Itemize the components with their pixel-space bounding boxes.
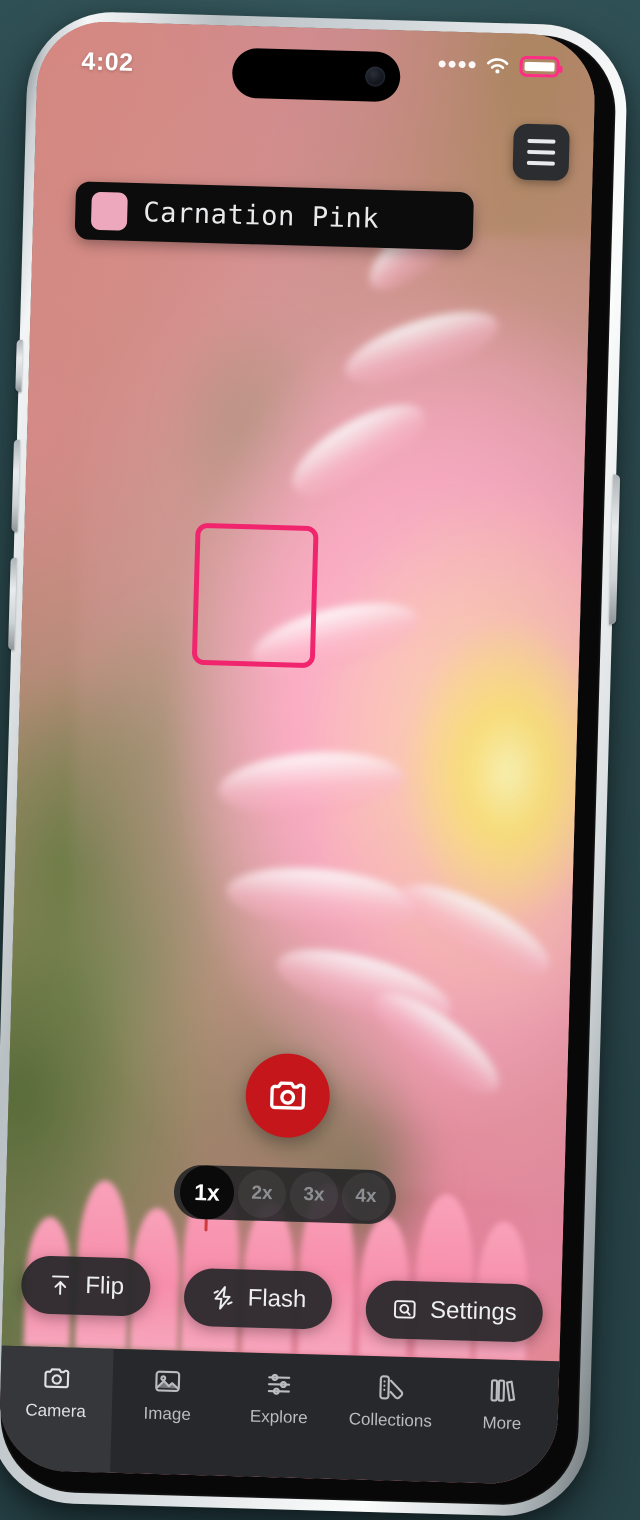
flip-camera-icon (52, 1275, 70, 1295)
flash-label: Flash (247, 1284, 307, 1314)
tab-collections-label: Collections (348, 1409, 433, 1431)
tab-image-label: Image (143, 1403, 192, 1424)
camera-frame-icon (394, 1300, 416, 1319)
tab-explore[interactable]: Explore (221, 1352, 336, 1479)
lightning-bolt-icon (213, 1286, 233, 1310)
palette-swatch-icon (378, 1375, 403, 1400)
flip-camera-button[interactable]: Flip (20, 1255, 151, 1317)
tab-more[interactable]: More (444, 1358, 559, 1485)
zoom-level-4x[interactable]: 4x (341, 1172, 391, 1222)
flash-button[interactable]: Flash (182, 1267, 334, 1330)
color-readout-bar[interactable]: Carnation Pink (74, 181, 475, 251)
zoom-level-3x[interactable]: 3x (289, 1170, 339, 1220)
tab-camera-label: Camera (25, 1400, 87, 1422)
flip-camera-label: Flip (84, 1271, 125, 1301)
scene: 4:02 Carnation Pink 1x 2x 3x 4x Flip Fla… (0, 0, 640, 1520)
dynamic-island (231, 47, 401, 103)
color-swatch (90, 191, 128, 231)
color-name-label: Carnation Pink (142, 196, 380, 235)
tab-image[interactable]: Image (110, 1349, 225, 1476)
zoom-level-2x[interactable]: 2x (237, 1169, 287, 1219)
settings-button[interactable]: Settings (365, 1279, 544, 1343)
camera-action-bar: Flip Flash Settings (2, 1240, 562, 1344)
zoom-level-selector[interactable]: 1x 2x 3x 4x (173, 1164, 397, 1225)
phone-screen: 4:02 Carnation Pink 1x 2x 3x 4x Flip Fla… (0, 20, 597, 1486)
phone-device: 4:02 Carnation Pink 1x 2x 3x 4x Flip Fla… (0, 9, 629, 1519)
settings-label: Settings (429, 1296, 518, 1327)
tab-collections[interactable]: Collections (333, 1355, 448, 1482)
zoom-level-1x[interactable]: 1x (179, 1164, 235, 1221)
focus-reticle[interactable] (191, 522, 319, 669)
books-icon (490, 1379, 516, 1402)
hamburger-menu-icon[interactable] (512, 123, 570, 182)
sliders-icon (267, 1373, 291, 1395)
camera-icon (270, 1081, 306, 1110)
tab-more-label: More (482, 1413, 522, 1434)
bottom-tab-bar: Camera Image Explore Collections More (0, 1345, 560, 1486)
camera-icon (44, 1368, 70, 1389)
tab-camera[interactable]: Camera (0, 1345, 114, 1473)
image-icon (155, 1370, 181, 1393)
tab-explore-label: Explore (249, 1406, 308, 1428)
